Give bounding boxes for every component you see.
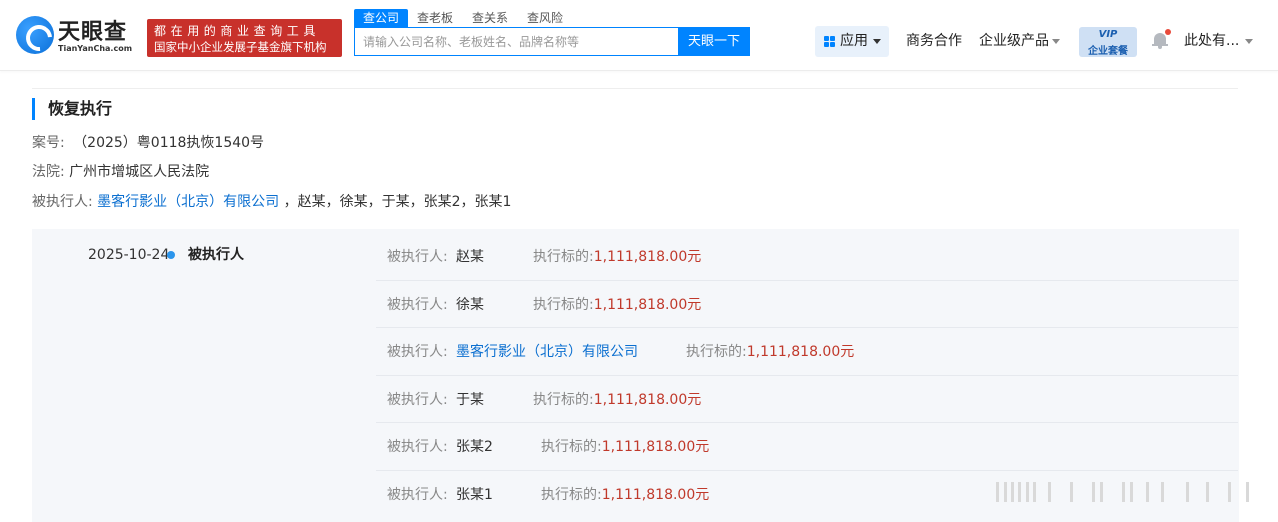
tab-risk[interactable]: 查风险	[519, 9, 571, 27]
row-amount: 执行标的:1,111,818.00元	[533, 296, 702, 313]
table-row: 被执行人: 张某2 执行标的:1,111,818.00元	[376, 423, 1238, 471]
row-amount: 执行标的:1,111,818.00元	[533, 249, 702, 265]
chevron-down-icon	[1052, 39, 1060, 44]
executed-row: 被执行人: 墨客行影业（北京）有限公司 ，赵某，徐某，于某，张某2，张某1	[32, 192, 511, 212]
notification-dot	[1165, 29, 1171, 35]
table-row: 被执行人: 赵某 执行标的:1,111,818.00元	[376, 233, 1238, 281]
top-header: 天眼查 TianYanCha.com 都在用的商业查询工具 国家中小企业发展子基…	[0, 0, 1278, 71]
search-box: 天眼一下	[354, 27, 750, 56]
row-amount: 执行标的:1,111,818.00元	[686, 344, 855, 360]
row-company-link[interactable]: 墨客行影业（北京）有限公司	[456, 341, 638, 361]
timeline-dot	[167, 251, 175, 259]
logo-domain: TianYanCha.com	[58, 44, 133, 53]
tab-boss[interactable]: 查老板	[409, 9, 461, 27]
row-label: 被执行人:	[387, 391, 448, 408]
chevron-down-icon	[1245, 39, 1253, 44]
row-name: 张某1	[456, 486, 493, 503]
slogan-banner: 都在用的商业查询工具 国家中小企业发展子基金旗下机构	[147, 19, 342, 57]
row-amount: 执行标的:1,111,818.00元	[541, 439, 710, 455]
row-label: 被执行人:	[387, 439, 448, 455]
table-row: 被执行人: 徐某 执行标的:1,111,818.00元	[376, 281, 1238, 328]
timeline-role: 被执行人	[188, 247, 244, 263]
divider	[32, 88, 1238, 89]
court-name: 广州市增城区人民法院	[69, 164, 210, 180]
executed-list: 被执行人: 赵某 执行标的:1,111,818.00元 被执行人: 徐某 执行标…	[376, 233, 1238, 517]
logo-icon	[16, 16, 54, 54]
section-title: 恢复执行	[32, 98, 112, 120]
table-row: 被执行人: 墨客行影业（北京）有限公司 执行标的:1,111,818.00元	[376, 328, 1238, 376]
nav-enterprise-label: 企业级产品	[979, 33, 1049, 49]
timeline-date: 2025-10-24	[88, 247, 170, 263]
row-label: 被执行人:	[387, 249, 448, 265]
case-number-row: 案号: （2025）粤0118执恢1540号	[32, 133, 264, 153]
tab-company[interactable]: 查公司	[354, 9, 408, 27]
search-input[interactable]	[355, 28, 680, 55]
tab-relation[interactable]: 查关系	[464, 9, 516, 27]
logo-name: 天眼查	[58, 20, 128, 45]
row-label: 被执行人:	[387, 486, 448, 503]
chevron-down-icon	[873, 39, 881, 44]
executed-label: 被执行人:	[32, 194, 93, 210]
vip-label: VIP	[1098, 29, 1118, 40]
case-number: （2025）粤0118执恢1540号	[73, 135, 265, 151]
executed-company-link[interactable]: 墨客行影业（北京）有限公司	[97, 194, 279, 210]
executed-others: ，赵某，徐某，于某，张某2，张某1	[283, 194, 512, 210]
court-label: 法院:	[32, 164, 65, 180]
nav-enterprise[interactable]: 企业级产品	[979, 26, 1049, 57]
grid-icon	[824, 36, 835, 47]
row-name: 赵某	[456, 249, 484, 265]
nav-app-label: 应用	[840, 33, 868, 49]
watermark	[996, 478, 1266, 506]
row-name: 张某2	[456, 439, 493, 455]
nav-app-menu[interactable]: 应用	[815, 26, 889, 57]
court-row: 法院: 广州市增城区人民法院	[32, 162, 209, 182]
nav-business[interactable]: 商务合作	[906, 26, 962, 57]
row-name: 徐某	[456, 296, 484, 313]
slogan-line-1: 都在用的商业查询工具	[154, 24, 321, 38]
search-button[interactable]: 天眼一下	[678, 27, 750, 56]
table-row: 被执行人: 于某 执行标的:1,111,818.00元	[376, 376, 1238, 423]
logo[interactable]: 天眼查 TianYanCha.com	[14, 14, 142, 60]
slogan-line-2: 国家中小企业发展子基金旗下机构	[154, 40, 327, 54]
vip-package-label: 企业套餐	[1088, 46, 1128, 57]
vip-package-button[interactable]: VIP 企业套餐	[1079, 27, 1137, 57]
row-label: 被执行人:	[387, 296, 448, 313]
case-label: 案号:	[32, 135, 65, 151]
user-menu[interactable]: 此处有...	[1184, 26, 1239, 57]
row-amount: 执行标的:1,111,818.00元	[533, 391, 702, 408]
row-amount: 执行标的:1,111,818.00元	[541, 486, 710, 503]
row-name: 于某	[456, 391, 484, 408]
row-label: 被执行人:	[387, 344, 448, 360]
